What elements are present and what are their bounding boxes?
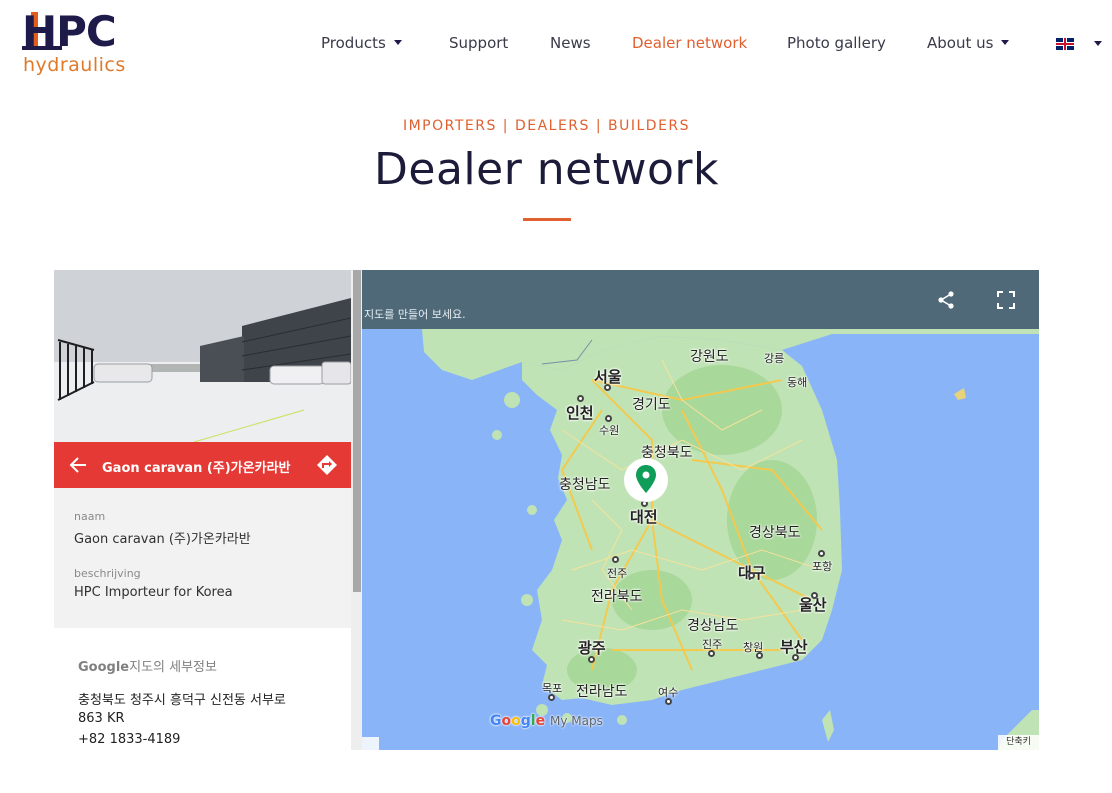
uk-flag-icon[interactable]: [1056, 38, 1074, 50]
city-dot: [748, 572, 755, 579]
place-details: naam Gaon caravan (주)가온카라반 beschrijving …: [54, 488, 351, 628]
nav-item-dealer-network[interactable]: Dealer network: [632, 34, 747, 52]
address-line-2: 863 KR: [78, 711, 125, 726]
back-arrow-icon[interactable]: [68, 454, 88, 476]
city-dot: [665, 698, 672, 705]
map-label: 경상남도: [687, 618, 739, 634]
map-scale: [362, 737, 379, 750]
nav-item-about-us[interactable]: About us: [927, 34, 1010, 52]
city-dot: [604, 384, 611, 391]
field-label-beschrijving: beschrijving: [74, 567, 141, 580]
fullscreen-icon[interactable]: [996, 290, 1016, 310]
language-chevron-down-icon[interactable]: [1094, 41, 1102, 46]
map-label: 수원: [599, 424, 620, 437]
map-label: 강원도: [690, 349, 729, 365]
map-view[interactable]: 지도를 만들어 보세요. 강원도 강릉 동해 서울 경기도 인천 수원 충청북도…: [362, 270, 1039, 750]
map-label: 대전: [630, 508, 658, 526]
map-label: 경상북도: [749, 525, 801, 541]
map-label: 전라남도: [576, 684, 628, 700]
map-label: 광주: [578, 639, 606, 657]
city-dot: [708, 650, 715, 657]
directions-icon[interactable]: [316, 454, 338, 476]
main-nav: Products Support News Dealer network Pho…: [0, 30, 1112, 58]
city-dot: [792, 654, 799, 661]
place-panel: Gaon caravan (주)가온카라반 naam Gaon caravan …: [54, 270, 362, 750]
city-dot: [605, 415, 612, 422]
chevron-down-icon: [393, 40, 402, 45]
chevron-down-icon: [1001, 40, 1010, 45]
map-label: 포항: [812, 560, 833, 573]
place-header-bar: Gaon caravan (주)가온카라반: [54, 442, 351, 488]
map-label: 동해: [787, 376, 808, 389]
map-label: 인천: [566, 404, 594, 422]
korea-landmass: [422, 329, 1039, 750]
map-toolbar: 지도를 만들어 보세요.: [362, 270, 1039, 329]
city-dot: [548, 694, 555, 701]
city-dot: [588, 656, 595, 663]
city-dot: [577, 395, 584, 402]
phone-number[interactable]: +82 1833-4189: [78, 732, 180, 747]
place-name: Gaon caravan (주)가온카라반: [102, 461, 291, 476]
nav-item-news[interactable]: News: [550, 34, 591, 52]
map-label: 강릉: [764, 352, 785, 365]
dealer-location-marker[interactable]: [624, 458, 668, 502]
city-dot: [612, 556, 619, 563]
title-underline: [523, 218, 571, 221]
field-value-beschrijving: HPC Importeur for Korea: [74, 585, 233, 600]
nav-item-support[interactable]: Support: [449, 34, 508, 52]
address-line-1: 충청북도 청주시 흥덕구 신전동 서부로: [78, 693, 286, 708]
panel-scrollbar-thumb[interactable]: [353, 270, 361, 592]
map-label: 전주: [607, 567, 628, 580]
page-title: Dealer network: [374, 144, 719, 195]
map-label: 충청남도: [559, 477, 611, 493]
map-label: 경기도: [632, 397, 671, 413]
map-pin-icon: [636, 465, 656, 493]
city-dot: [818, 550, 825, 557]
nav-item-products[interactable]: Products: [321, 34, 402, 52]
place-photo: [54, 270, 351, 442]
keyboard-shortcuts-link[interactable]: 단축키: [998, 735, 1039, 750]
field-label-naam: naam: [74, 510, 106, 523]
city-dot: [811, 592, 818, 599]
google-details-heading: Google지도의 세부정보: [78, 660, 217, 675]
share-icon[interactable]: [936, 290, 956, 310]
page-eyebrow: IMPORTERS | DEALERS | BUILDERS: [402, 118, 691, 134]
nav-item-photo-gallery[interactable]: Photo gallery: [787, 34, 886, 52]
google-my-maps-logo: Google My Maps: [490, 713, 603, 729]
city-dot: [756, 652, 763, 659]
map-label: 전라북도: [591, 589, 643, 605]
field-value-naam: Gaon caravan (주)가온카라반: [74, 532, 251, 547]
map-hint-text[interactable]: 지도를 만들어 보세요.: [364, 306, 466, 322]
